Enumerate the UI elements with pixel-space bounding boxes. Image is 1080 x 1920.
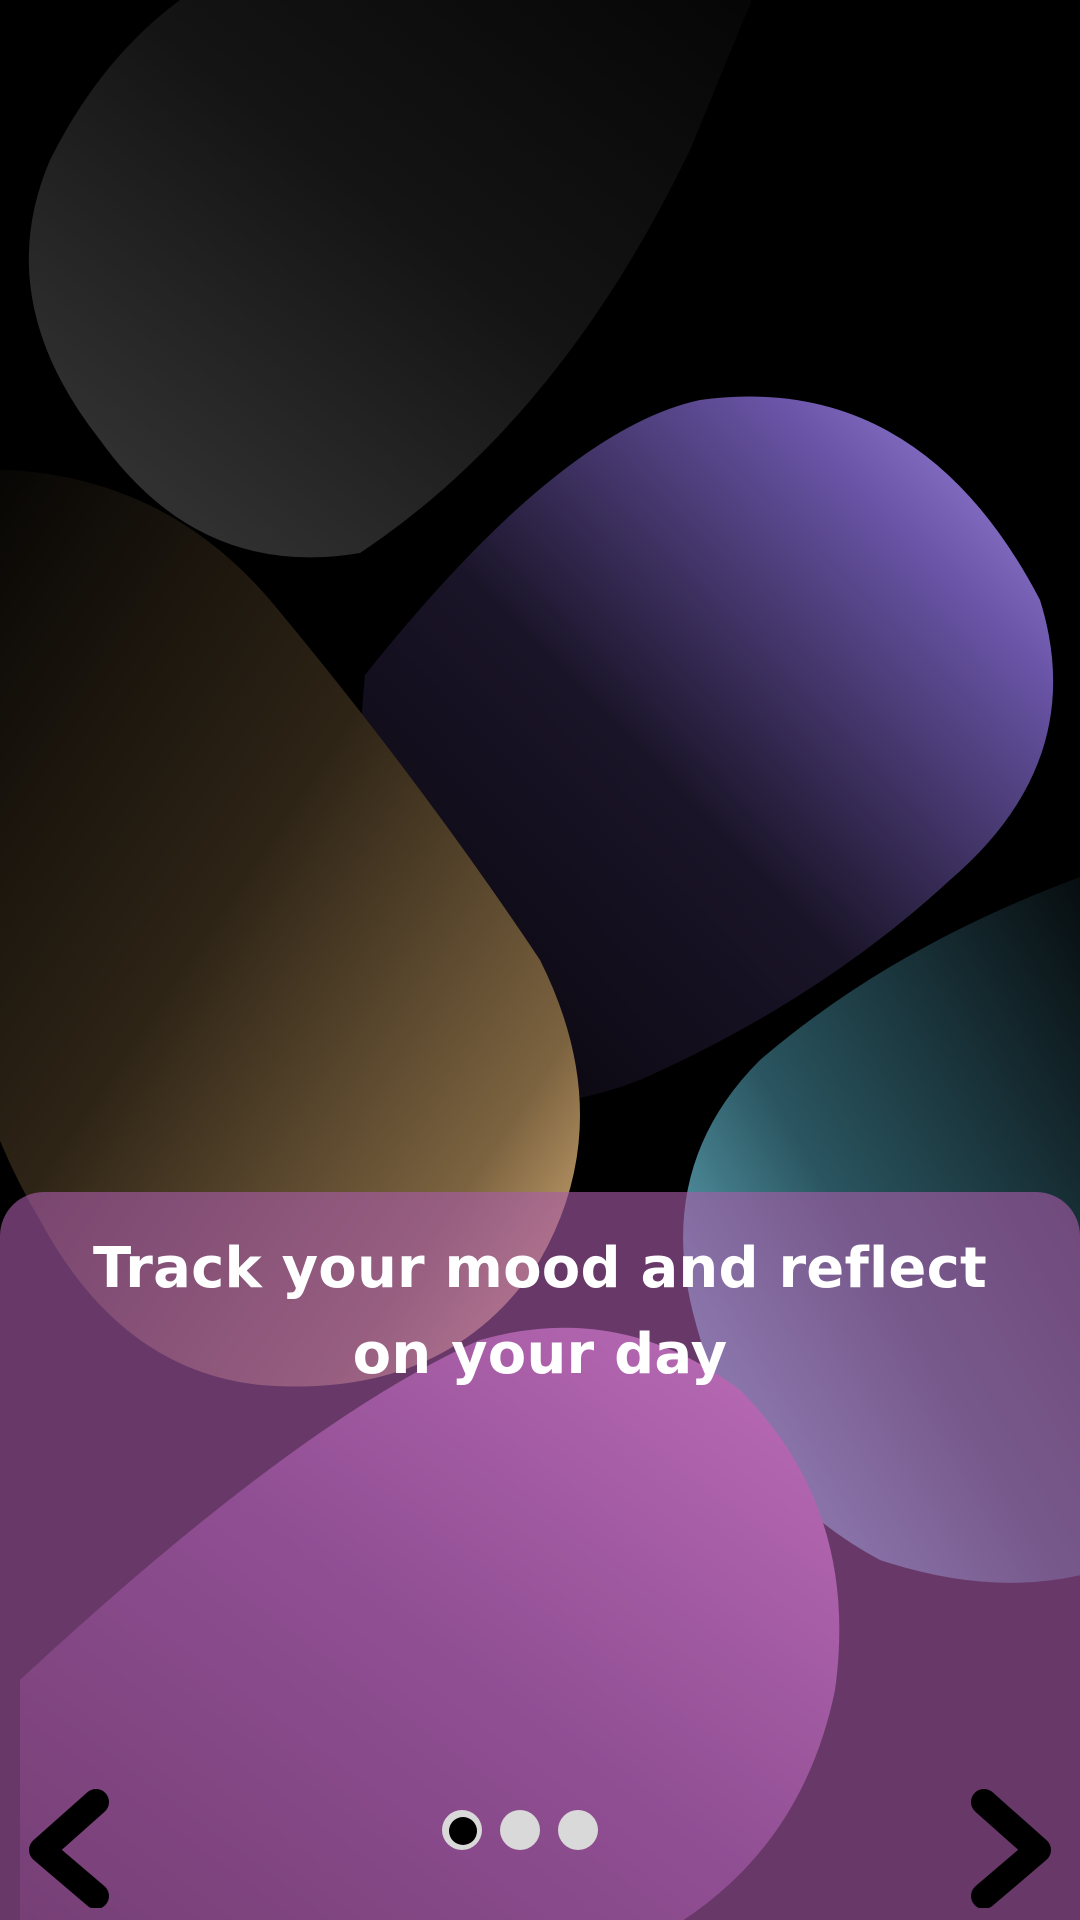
headline-line-1: Track your mood and reflect	[93, 1236, 987, 1301]
page-indicator	[440, 1810, 640, 1854]
onboarding-headline: Track your mood and reflect on your day	[80, 1226, 1000, 1398]
onboarding-card: Track your mood and reflect on your day	[0, 1192, 1080, 1920]
page-dot-2[interactable]	[500, 1810, 540, 1850]
chevron-left-icon	[29, 1789, 109, 1908]
page-dot-3[interactable]	[558, 1810, 598, 1850]
page-dot-1[interactable]	[442, 1810, 482, 1850]
previous-button[interactable]	[18, 1788, 128, 1908]
next-button[interactable]	[952, 1788, 1062, 1908]
chevron-right-icon	[971, 1789, 1051, 1908]
onboarding-screen: Track your mood and reflect on your day	[0, 0, 1080, 1920]
headline-line-2: on your day	[352, 1322, 728, 1387]
